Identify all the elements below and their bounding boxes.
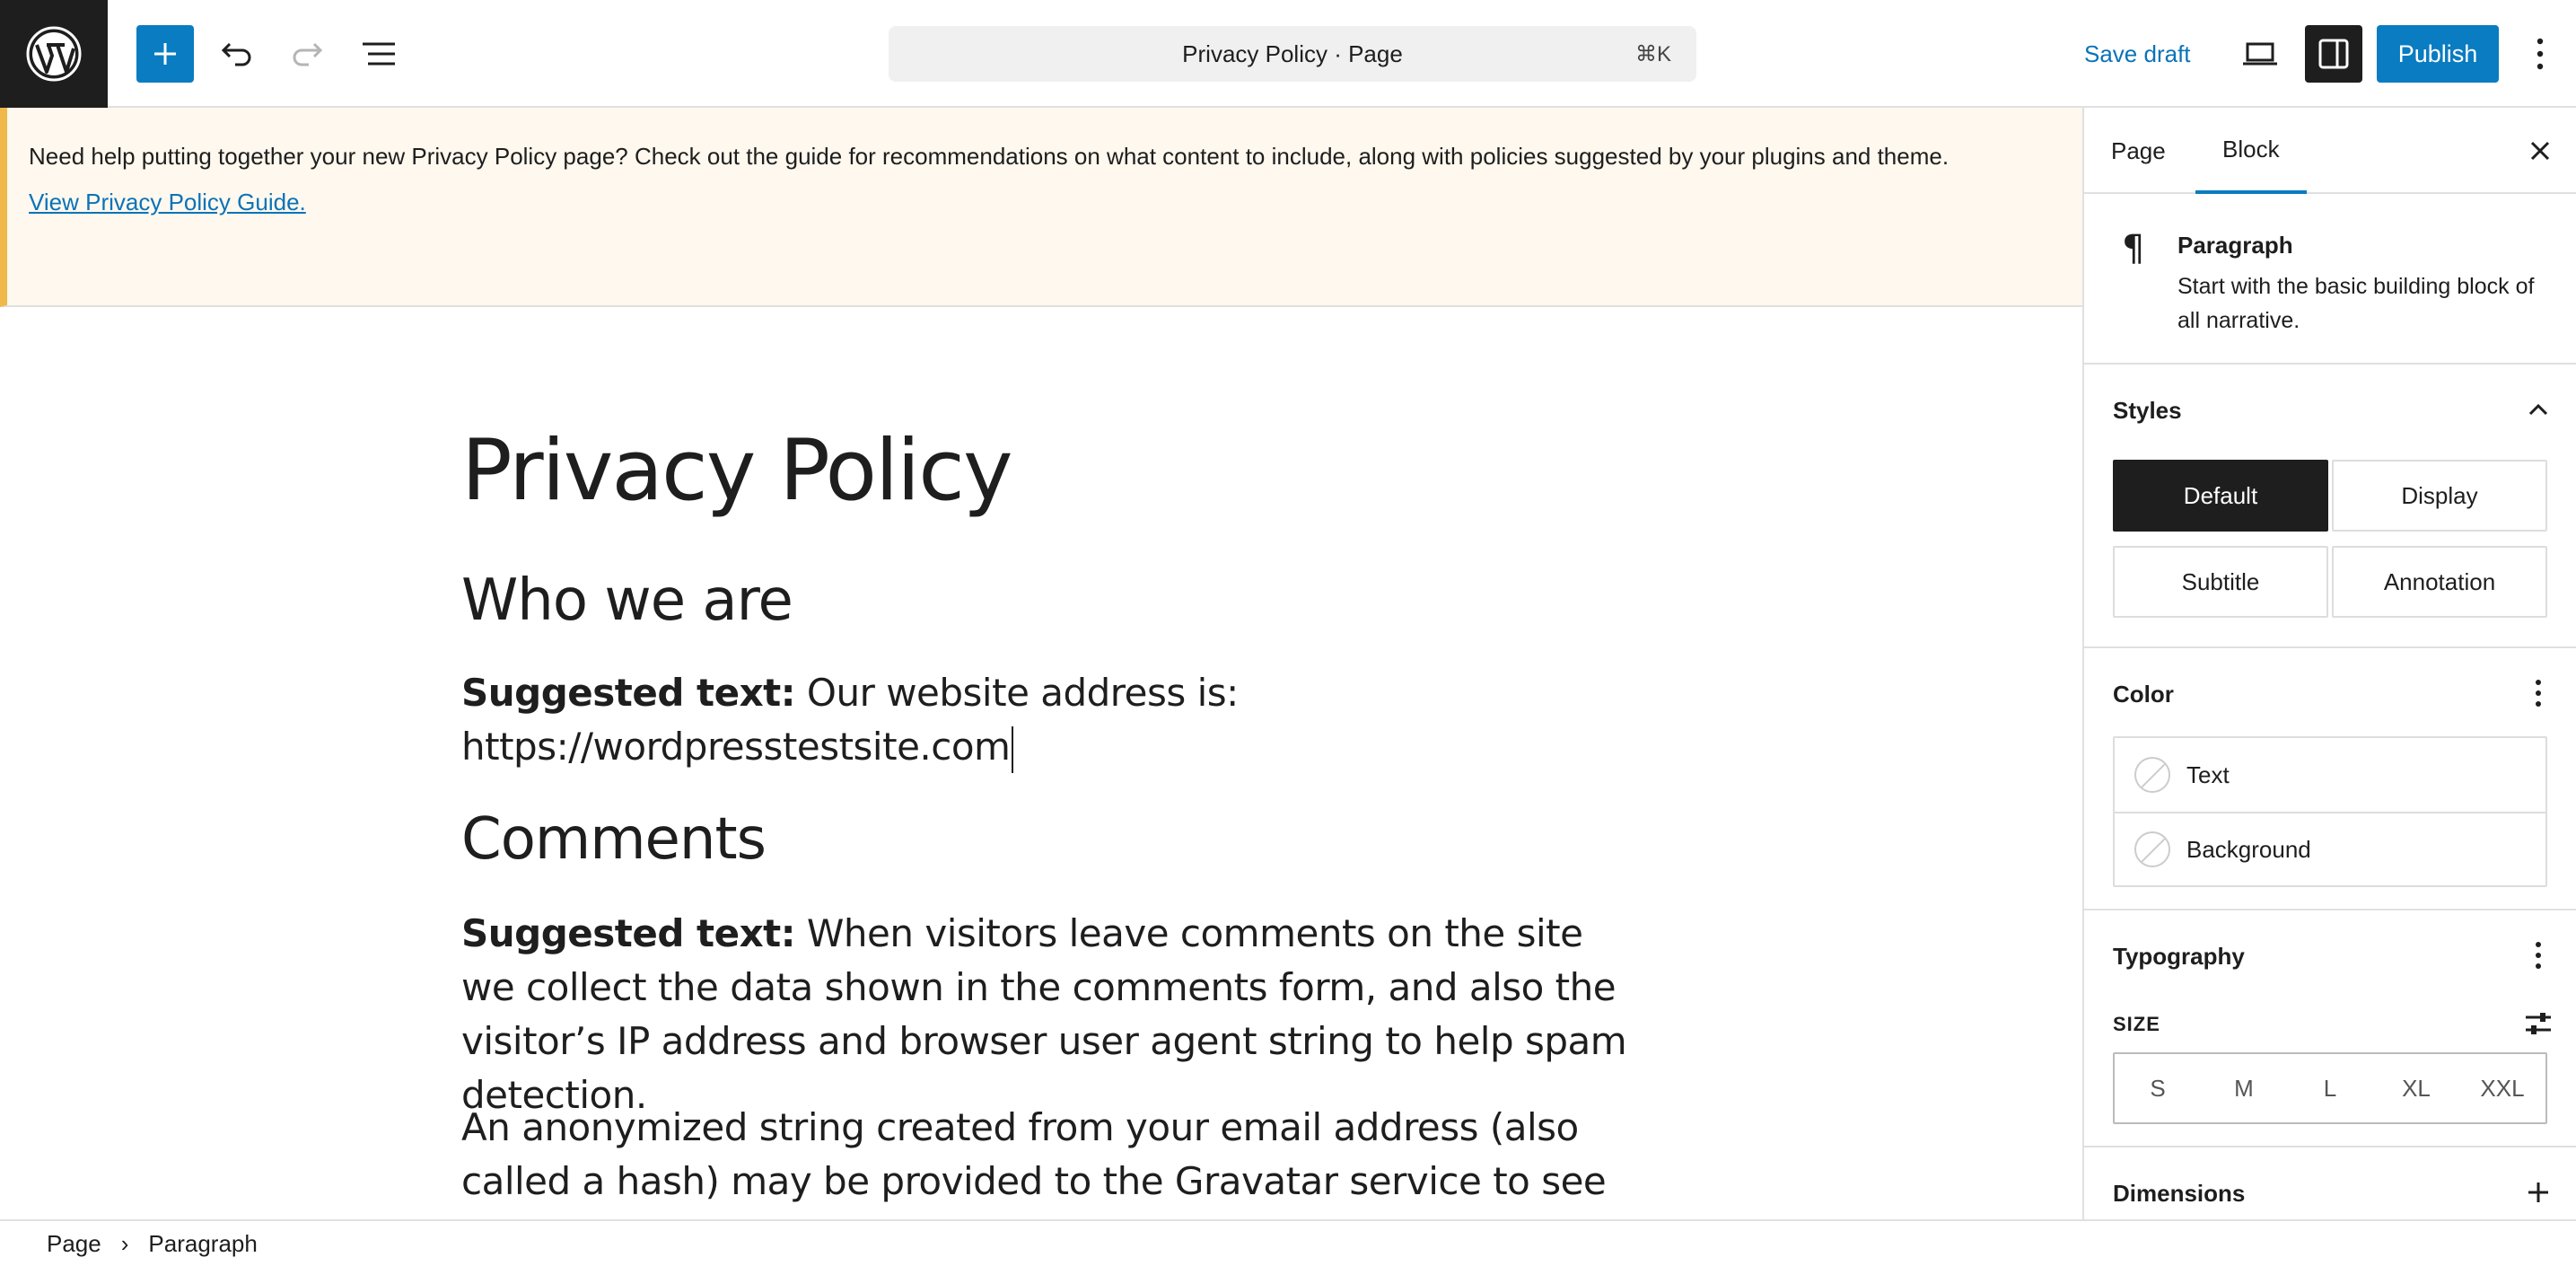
size-label: SIZE: [2113, 1013, 2160, 1035]
breadcrumb-item-paragraph[interactable]: Paragraph: [148, 1230, 257, 1258]
empty-swatch-icon: [2134, 757, 2170, 793]
color-panel: Color Text Background: [2084, 650, 2576, 910]
plus-icon[interactable]: [2520, 1174, 2556, 1210]
typography-panel: Typography SIZE S M L XL XXL: [2084, 912, 2576, 1147]
save-draft-button[interactable]: Save draft: [2070, 25, 2205, 83]
block-name: Paragraph: [2177, 232, 2293, 259]
add-block-button[interactable]: [136, 25, 194, 83]
color-item-label: Background: [2186, 835, 2311, 863]
size-m-option[interactable]: M: [2208, 1075, 2280, 1103]
text-caret: [1012, 725, 1014, 773]
undo-icon[interactable]: [208, 25, 266, 83]
heading-who-we-are[interactable]: Who we are: [461, 567, 793, 634]
chevron-right-icon: ›: [120, 1229, 129, 1257]
custom-size-icon[interactable]: [2520, 1006, 2556, 1042]
dimensions-panel-title: Dimensions: [2113, 1180, 2246, 1207]
chevron-up-icon[interactable]: [2520, 391, 2556, 427]
text-color-item[interactable]: Text: [2115, 738, 2545, 812]
options-menu-icon[interactable]: [2513, 25, 2567, 83]
styles-panel-title[interactable]: Styles: [2113, 397, 2182, 425]
block-card: ¶ Paragraph Start with the basic buildin…: [2084, 196, 2576, 365]
privacy-policy-notice: Need help putting together your new Priv…: [0, 108, 2082, 307]
background-color-item[interactable]: Background: [2115, 812, 2545, 885]
dimensions-panel: Dimensions: [2084, 1149, 2576, 1219]
style-display-button[interactable]: Display: [2332, 460, 2547, 532]
suggested-text-label: Suggested text:: [461, 671, 796, 715]
color-list: Text Background: [2113, 736, 2547, 887]
post-title[interactable]: Privacy Policy: [461, 422, 1013, 520]
typography-panel-title: Typography: [2113, 943, 2245, 970]
command-palette-button[interactable]: Privacy Policy · Page ⌘K: [889, 26, 1696, 82]
typography-options-icon[interactable]: [2520, 937, 2556, 973]
style-subtitle-button[interactable]: Subtitle: [2113, 546, 2328, 618]
size-xl-option[interactable]: XL: [2380, 1075, 2452, 1103]
paragraph-website-address[interactable]: Suggested text: Our website address is: …: [461, 666, 1269, 774]
document-overview-icon[interactable]: [350, 25, 407, 83]
paragraph-gravatar[interactable]: An anonymized string created from your e…: [461, 1101, 1628, 1219]
tab-page[interactable]: Page: [2084, 108, 2193, 194]
style-default-button[interactable]: Default: [2113, 460, 2328, 532]
privacy-guide-link[interactable]: View Privacy Policy Guide.: [29, 189, 306, 216]
block-breadcrumb: Page › Paragraph: [0, 1219, 2576, 1266]
document-title: Privacy Policy · Page: [1182, 40, 1403, 67]
color-item-label: Text: [2186, 760, 2230, 788]
settings-sidebar-icon[interactable]: [2305, 25, 2362, 83]
empty-swatch-icon: [2134, 831, 2170, 867]
size-xxl-option[interactable]: XXL: [2466, 1075, 2538, 1103]
font-size-picker: S M L XL XXL: [2113, 1052, 2547, 1124]
editor-toolbar: Privacy Policy · Page ⌘K Save draft Publ…: [0, 0, 2576, 108]
paragraph-comments[interactable]: Suggested text: When visitors leave comm…: [461, 907, 1628, 1122]
paragraph-icon: ¶: [2122, 228, 2145, 269]
heading-comments[interactable]: Comments: [461, 806, 767, 873]
close-icon[interactable]: [2520, 131, 2560, 171]
sidebar-tabs: Page Block: [2084, 108, 2576, 194]
style-annotation-button[interactable]: Annotation: [2332, 546, 2547, 618]
size-s-option[interactable]: S: [2122, 1075, 2194, 1103]
color-options-icon[interactable]: [2520, 675, 2556, 711]
size-l-option[interactable]: L: [2294, 1075, 2366, 1103]
tab-block[interactable]: Block: [2195, 108, 2307, 194]
styles-panel: Styles Default Display Subtitle Annotati…: [2084, 366, 2576, 648]
redo-icon[interactable]: [278, 25, 336, 83]
notice-text: Need help putting together your new Priv…: [29, 143, 1950, 170]
color-panel-title: Color: [2113, 681, 2174, 708]
block-description: Start with the basic building block of a…: [2177, 274, 2535, 333]
shortcut-hint: ⌘K: [1634, 42, 1671, 66]
editor-canvas[interactable]: Privacy Policy Who we are Suggested text…: [0, 307, 2082, 1219]
preview-icon[interactable]: [2231, 25, 2289, 83]
settings-sidebar: Page Block ¶ Paragraph Start with the ba…: [2082, 108, 2576, 1219]
suggested-text-label: Suggested text:: [461, 911, 796, 955]
wordpress-logo-icon[interactable]: [0, 0, 108, 108]
publish-button[interactable]: Publish: [2377, 25, 2499, 83]
breadcrumb-item-page[interactable]: Page: [47, 1230, 101, 1258]
